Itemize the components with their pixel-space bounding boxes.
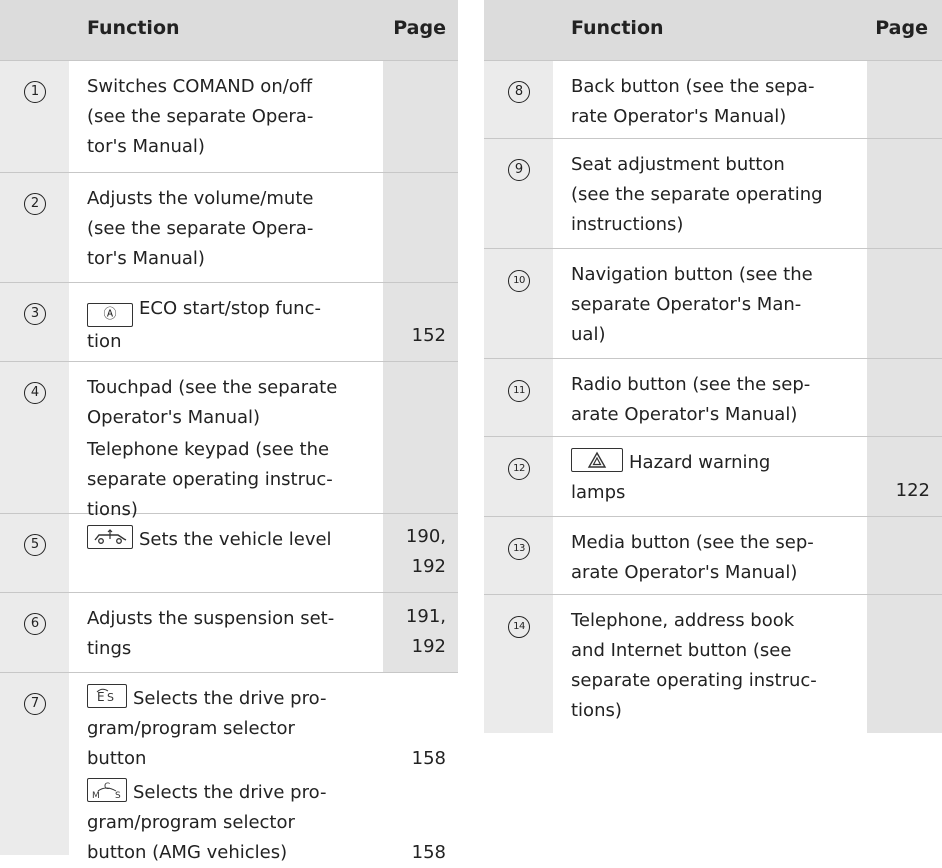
page-ref: 158 xyxy=(411,748,446,769)
item-number: 7 xyxy=(24,693,46,715)
item-number: 4 xyxy=(24,382,46,404)
item-number: 14 xyxy=(508,616,530,638)
item-number: 1 xyxy=(24,81,46,103)
table-row: 5 Sets the vehicle level 190, 192 xyxy=(0,514,458,593)
table-row: 10 Navigation button (see the separate Op… xyxy=(484,249,942,359)
svg-text:S: S xyxy=(107,691,114,704)
table-header: Function Page xyxy=(484,0,942,61)
svg-text:E: E xyxy=(97,690,105,704)
page-header: Page xyxy=(875,17,928,39)
table-row: 6 Adjusts the suspension set-tings 191, 1… xyxy=(0,593,458,673)
table-row: 2 Adjusts the volume/mute (see the separa… xyxy=(0,173,458,283)
svg-text:C: C xyxy=(104,782,110,792)
page-ref xyxy=(867,61,942,138)
item-number: 5 xyxy=(24,534,46,556)
item-number: 2 xyxy=(24,193,46,215)
table-row: 11 Radio button (see the sep-arate Opera… xyxy=(484,359,942,437)
amg-drive-program-key-icon: CM S xyxy=(87,778,127,802)
page-ref: 152 xyxy=(383,283,458,361)
table-row: 12 Hazard warning lamps 122 xyxy=(484,437,942,517)
item-number: 11 xyxy=(508,380,530,402)
item-number: 10 xyxy=(508,270,530,292)
table-row: 14 Telephone, address book and Internet b… xyxy=(484,595,942,733)
table-row: 1 Switches COMAND on/off (see the separat… xyxy=(0,61,458,173)
item-number: 6 xyxy=(24,613,46,635)
page-ref xyxy=(383,61,458,172)
svg-text:M: M xyxy=(92,791,100,801)
page-ref: 122 xyxy=(867,437,942,516)
function-table-right: Function Page 8 Back button (see the sep… xyxy=(484,0,942,733)
table-row: 4 Touchpad (see the separate Operator's M… xyxy=(0,362,458,520)
page-ref xyxy=(867,517,942,594)
table-row: 3 Ⓐ ECO start/stop func-tion 152 xyxy=(0,283,458,362)
page-ref: 191, 192 xyxy=(383,593,458,672)
svg-text:S: S xyxy=(115,791,121,801)
function-header: Function xyxy=(571,17,664,39)
eco-start-stop-key-icon: Ⓐ xyxy=(87,303,133,327)
table-header: Function Page xyxy=(0,0,458,61)
function-header: Function xyxy=(87,17,180,39)
table-row: 8 Back button (see the sepa-rate Operato… xyxy=(484,61,942,139)
item-number: 8 xyxy=(508,81,530,103)
drive-program-key-icon: ES xyxy=(87,684,127,708)
item-number: 13 xyxy=(508,538,530,560)
page-ref: 190, 192 xyxy=(383,514,458,592)
page-ref xyxy=(867,359,942,436)
page-ref xyxy=(383,362,458,513)
item-number: 9 xyxy=(508,159,530,181)
page-ref: 158 xyxy=(411,842,446,863)
page-ref xyxy=(383,173,458,282)
page-ref xyxy=(867,595,942,733)
vehicle-level-icon xyxy=(87,525,133,549)
hazard-warning-icon xyxy=(571,448,623,472)
page-header: Page xyxy=(393,17,446,39)
item-number: 3 xyxy=(24,303,46,325)
table-row: 9 Seat adjustment button (see the separat… xyxy=(484,139,942,249)
page-ref xyxy=(867,139,942,248)
table-row: 7 ES Selects the drive pro-gram/program … xyxy=(0,673,458,863)
page-ref xyxy=(867,249,942,358)
item-number: 12 xyxy=(508,458,530,480)
function-table-left: Function Page 1 Switches COMAND on/off (s… xyxy=(0,0,458,863)
table-row: 13 Media button (see the sep-arate Opera… xyxy=(484,517,942,595)
